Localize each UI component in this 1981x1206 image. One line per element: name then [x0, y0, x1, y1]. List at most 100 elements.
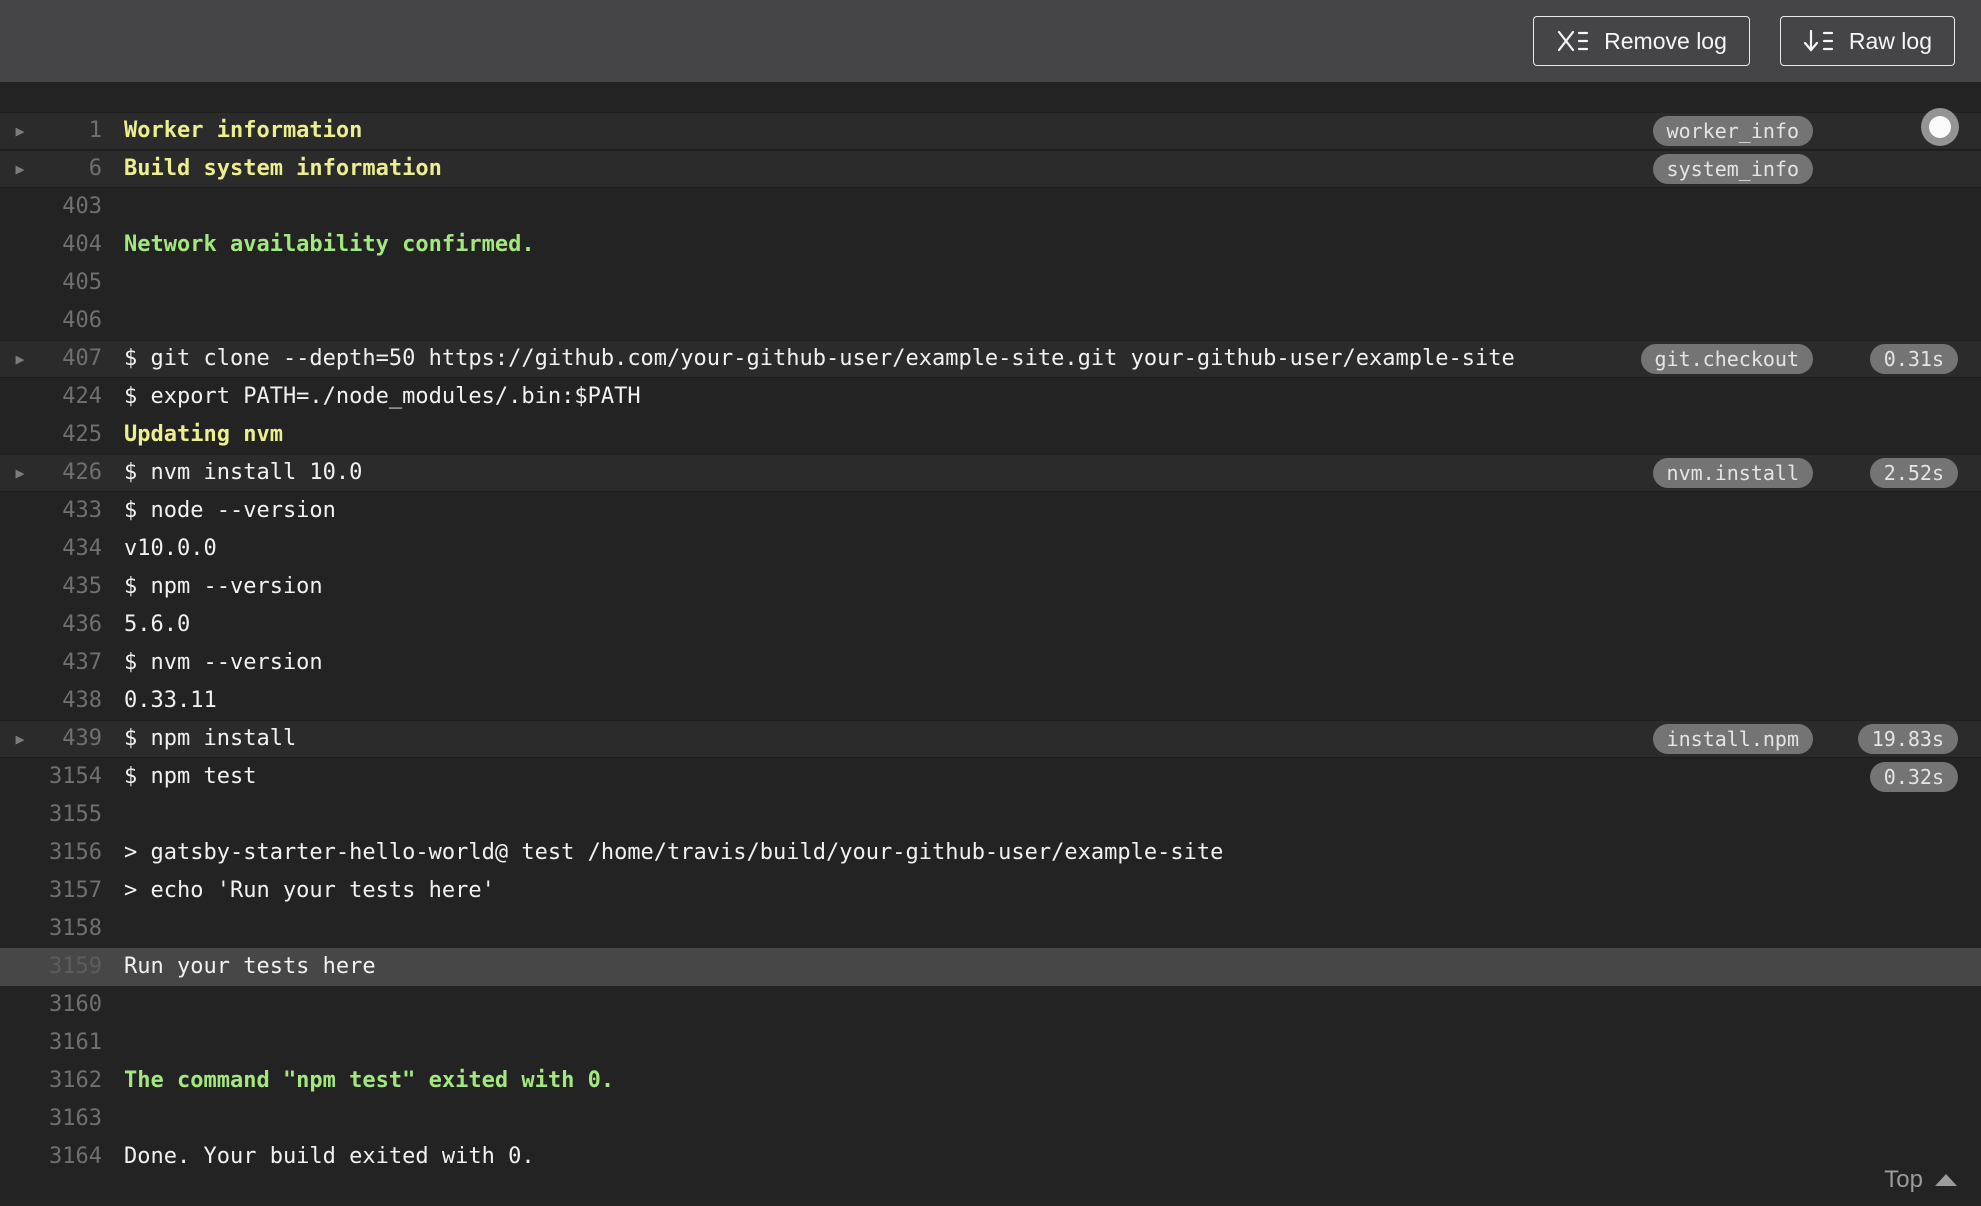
duration-badge: 0.32s: [1869, 762, 1958, 792]
log-text: 0.33.11: [124, 688, 217, 713]
log-row: 404 Network availability confirmed.: [0, 226, 1981, 264]
line-number[interactable]: 3161: [40, 1024, 102, 1062]
log-text: $ nvm install 10.0: [124, 460, 363, 485]
log-row: 434 v10.0.0: [0, 530, 1981, 568]
line-number[interactable]: 426: [40, 454, 102, 492]
line-number[interactable]: 435: [40, 568, 102, 606]
log-row: 437 $ nvm --version: [0, 644, 1981, 682]
line-number[interactable]: 434: [40, 530, 102, 568]
line-number[interactable]: 3160: [40, 986, 102, 1024]
log-text: Run your tests here: [124, 954, 376, 979]
raw-log-button[interactable]: Raw log: [1779, 16, 1955, 66]
duration-badge: 0.31s: [1869, 344, 1958, 374]
log-row: 436 5.6.0: [0, 606, 1981, 644]
fold-toggle-icon[interactable]: ▶: [0, 340, 40, 378]
log-text: $ npm install: [124, 726, 297, 751]
line-number[interactable]: 3158: [40, 910, 102, 948]
log-row: 3161: [0, 1024, 1981, 1062]
log-row: 3164 Done. Your build exited with 0.: [0, 1138, 1981, 1176]
line-number[interactable]: 437: [40, 644, 102, 682]
fold-toggle-icon[interactable]: ▶: [0, 720, 40, 758]
line-number[interactable]: 404: [40, 226, 102, 264]
stage-tag-badge: git.checkout: [1640, 344, 1813, 374]
log-row: 425 Updating nvm: [0, 416, 1981, 454]
log-row: 3156 > gatsby-starter-hello-world@ test /…: [0, 834, 1981, 872]
log-text: Worker information: [124, 118, 363, 143]
duration-badge: 2.52s: [1869, 458, 1958, 488]
line-number[interactable]: 1: [40, 112, 102, 150]
log-row: 3157 > echo 'Run your tests here': [0, 872, 1981, 910]
scroll-position-dot: [1929, 116, 1951, 138]
fold-toggle-icon[interactable]: ▶: [0, 454, 40, 492]
duration-badge: 19.83s: [1857, 724, 1958, 754]
stage-tag-badge: nvm.install: [1652, 458, 1813, 488]
remove-log-label: Remove log: [1604, 27, 1727, 54]
log-text: $ git clone --depth=50 https://github.co…: [124, 346, 1515, 371]
log-text: Network availability confirmed.: [124, 232, 535, 257]
caret-up-icon: [1935, 1174, 1957, 1186]
log-row: 405: [0, 264, 1981, 302]
log-text: $ node --version: [124, 498, 336, 523]
line-number[interactable]: 433: [40, 492, 102, 530]
log-text: $ npm test: [124, 764, 257, 789]
top-link-label: Top: [1884, 1166, 1923, 1193]
line-number[interactable]: 3156: [40, 834, 102, 872]
line-number[interactable]: 3162: [40, 1062, 102, 1100]
remove-log-button[interactable]: Remove log: [1533, 16, 1750, 66]
line-number[interactable]: 403: [40, 188, 102, 226]
log-text: Updating nvm: [124, 422, 283, 447]
log-row: 424 $ export PATH=./node_modules/.bin:$PA…: [0, 378, 1981, 416]
log-row: ▶ 1 Worker information worker_info: [0, 112, 1981, 150]
log-row: 3160: [0, 986, 1981, 1024]
line-number[interactable]: 407: [40, 340, 102, 378]
log-toolbar: Remove log Raw log: [0, 0, 1981, 82]
line-number[interactable]: 405: [40, 264, 102, 302]
log-row: 3155: [0, 796, 1981, 834]
log-rows: ▶ 1 Worker information worker_info ▶ 6 Build s…: [0, 112, 1981, 1176]
log-body: ▶ 1 Worker information worker_info ▶ 6 Build s…: [0, 82, 1981, 1206]
fold-toggle-icon[interactable]: ▶: [0, 112, 40, 150]
log-text: The command "npm test" exited with 0.: [124, 1068, 615, 1093]
log-text: v10.0.0: [124, 536, 217, 561]
log-text: $ npm --version: [124, 574, 323, 599]
clear-log-list-icon: [1556, 28, 1590, 54]
log-text: > gatsby-starter-hello-world@ test /home…: [124, 840, 1224, 865]
log-text: > echo 'Run your tests here': [124, 878, 495, 903]
line-number[interactable]: 3157: [40, 872, 102, 910]
line-number[interactable]: 3159: [40, 948, 102, 986]
log-row: 3162 The command "npm test" exited with 0…: [0, 1062, 1981, 1100]
log-row: ▶ 439 $ npm install install.npm 19.83s: [0, 720, 1981, 758]
log-row: 403: [0, 188, 1981, 226]
log-row: 433 $ node --version: [0, 492, 1981, 530]
log-text: $ export PATH=./node_modules/.bin:$PATH: [124, 384, 641, 409]
scroll-to-top-link[interactable]: Top: [1884, 1166, 1957, 1194]
log-row: 3158: [0, 910, 1981, 948]
log-row: 406: [0, 302, 1981, 340]
line-number[interactable]: 3155: [40, 796, 102, 834]
download-log-list-icon: [1803, 28, 1835, 54]
line-number[interactable]: 3164: [40, 1138, 102, 1176]
line-number[interactable]: 438: [40, 682, 102, 720]
stage-tag-badge: install.npm: [1652, 724, 1813, 754]
line-number[interactable]: 406: [40, 302, 102, 340]
build-log-screen: Remove log Raw log ▶ 1 Worker information w…: [0, 0, 1981, 1206]
log-row: 438 0.33.11: [0, 682, 1981, 720]
log-row: ▶ 407 $ git clone --depth=50 https://githu…: [0, 340, 1981, 378]
line-number[interactable]: 436: [40, 606, 102, 644]
line-number[interactable]: 425: [40, 416, 102, 454]
log-text: $ nvm --version: [124, 650, 323, 675]
log-text: Done. Your build exited with 0.: [124, 1144, 535, 1169]
log-row: ▶ 426 $ nvm install 10.0 nvm.install 2.52s: [0, 454, 1981, 492]
stage-tag-badge: system_info: [1652, 154, 1813, 184]
line-number[interactable]: 3154: [40, 758, 102, 796]
line-number[interactable]: 439: [40, 720, 102, 758]
log-row: 3159 Run your tests here: [0, 948, 1981, 986]
fold-toggle-icon[interactable]: ▶: [0, 150, 40, 188]
line-number[interactable]: 6: [40, 150, 102, 188]
stage-tag-badge: worker_info: [1652, 116, 1813, 146]
log-row: 3154 $ npm test 0.32s: [0, 758, 1981, 796]
log-row: ▶ 6 Build system information system_info: [0, 150, 1981, 188]
line-number[interactable]: 3163: [40, 1100, 102, 1138]
line-number[interactable]: 424: [40, 378, 102, 416]
log-row: 3163: [0, 1100, 1981, 1138]
